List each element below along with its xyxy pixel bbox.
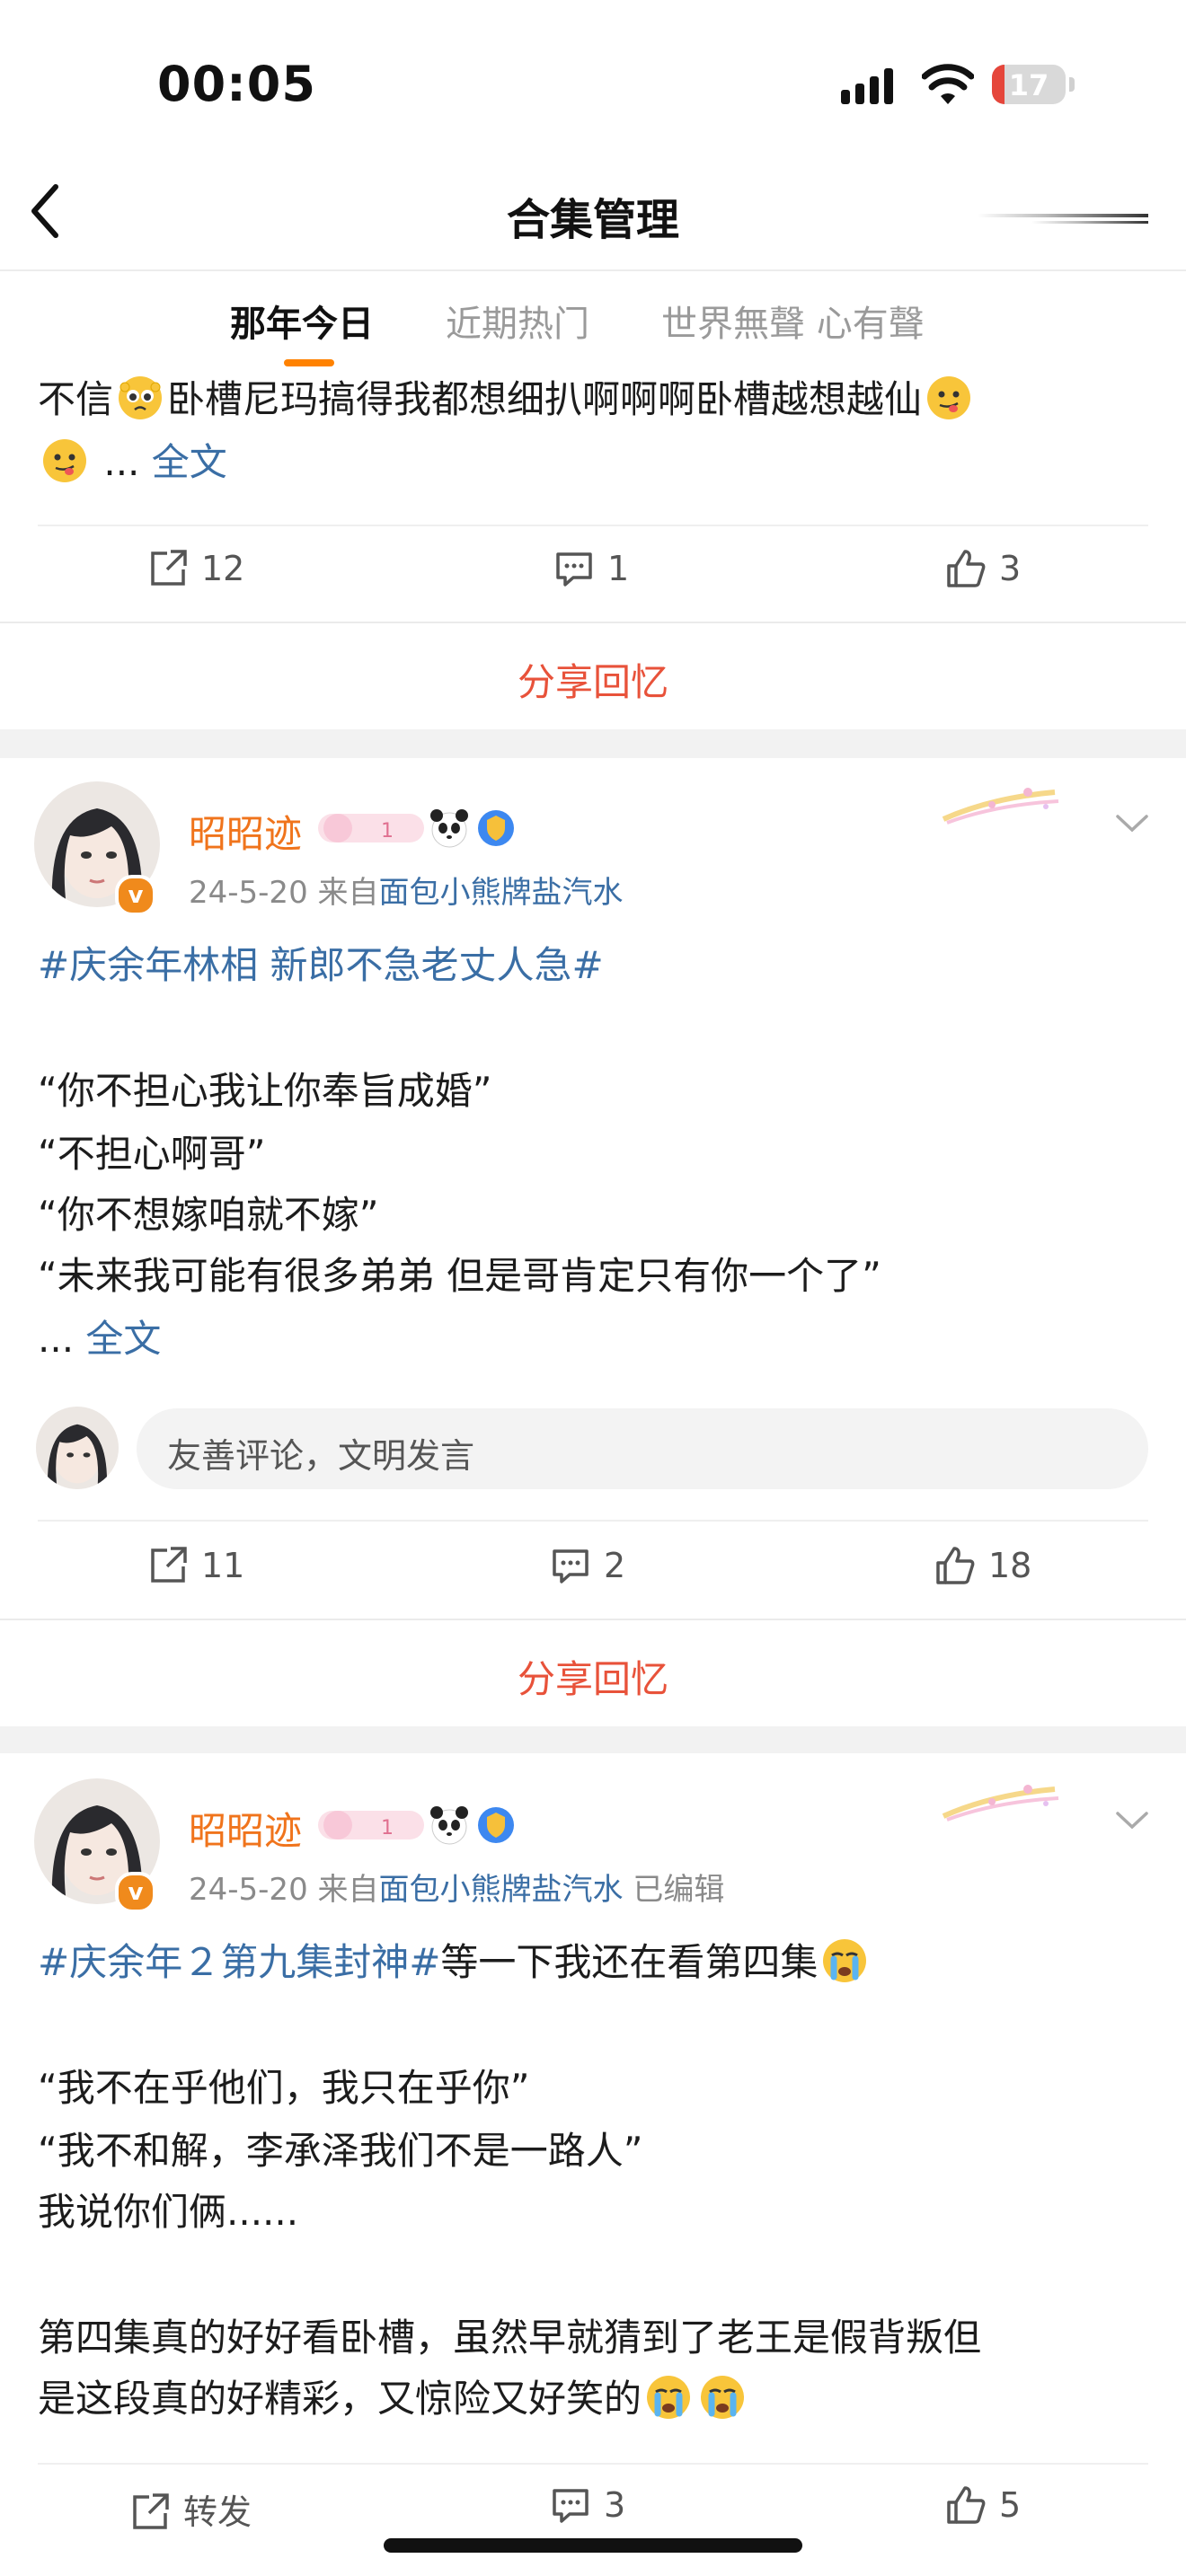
post-line: ... 全文	[38, 1317, 162, 1361]
chevron-down-icon[interactable]	[1114, 1809, 1150, 1832]
tongue-emoji-icon	[927, 376, 971, 419]
source-link[interactable]: 面包小熊牌盐汽水	[379, 875, 624, 911]
header-divider	[0, 269, 1186, 271]
shield-badge-icon	[478, 1807, 514, 1843]
share-memory-button[interactable]: 分享回忆	[0, 1649, 1186, 1704]
section-gap	[0, 1726, 1186, 1753]
topic-link[interactable]: #庆余年２第九集封神#	[38, 1940, 440, 1984]
post-meta: 24-5-20 来自面包小熊牌盐汽水	[189, 875, 624, 911]
post-line: “不担心啊哥”	[38, 1132, 266, 1176]
post-meta: 24-5-20 来自面包小熊牌盐汽水 已编辑	[189, 1872, 725, 1908]
my-avatar	[36, 1407, 119, 1489]
avatar-image	[36, 1407, 119, 1489]
post-text: 不信 卧槽尼玛搞得我都想细扒啊啊啊卧槽越想越仙	[38, 368, 976, 431]
full-text-link[interactable]: 全文	[152, 440, 227, 484]
username[interactable]: 昭昭迹	[189, 1801, 302, 1856]
panda-icon	[430, 1806, 468, 1845]
tongue-emoji-icon	[43, 439, 86, 482]
divider	[38, 525, 1148, 526]
tab-na-nian-jin-ri[interactable]: 那年今日	[230, 295, 374, 347]
comment-button[interactable]: 2	[550, 1545, 625, 1586]
divider	[38, 2463, 1148, 2465]
topic-link[interactable]: #庆余年林相 新郎不急老丈人急#	[38, 943, 604, 987]
repost-count: 11	[201, 1546, 245, 1585]
post-line: “你不想嫁咱就不嫁”	[38, 1193, 379, 1237]
repost-icon	[151, 1547, 187, 1583]
post-line: 我说你们俩......	[38, 2190, 299, 2234]
source-link[interactable]: 面包小熊牌盐汽水	[379, 1872, 624, 1908]
verified-badge-icon: v	[115, 1872, 156, 1913]
sparkle-decoration	[942, 788, 1059, 825]
home-indicator[interactable]	[384, 2538, 802, 2553]
divider	[0, 622, 1186, 623]
post-line: 第四集真的好好看卧槽，虽然早就猜到了老王是假背叛但	[38, 2316, 982, 2360]
tab-recent-popular[interactable]: 近期热门	[446, 295, 589, 347]
pleading-emoji-icon	[119, 376, 163, 419]
repost-count: 12	[201, 549, 245, 588]
post-text-continued: ... 全文	[38, 431, 227, 494]
status-time: 00:05	[157, 56, 316, 112]
divider	[0, 1619, 1186, 1620]
like-count: 3	[999, 549, 1022, 588]
post-topic: #庆余年林相 新郎不急老丈人急#	[38, 934, 604, 997]
post-line: “我不和解，李承泽我们不是一路人”	[38, 2129, 643, 2173]
comment-icon	[553, 2489, 589, 2523]
member-badge-icon: 1	[318, 814, 424, 842]
section-gap	[0, 729, 1186, 758]
edited-label: 已编辑	[633, 1872, 725, 1908]
chevron-down-icon[interactable]	[1114, 812, 1150, 835]
comment-count: 2	[604, 1546, 626, 1585]
like-icon	[936, 1547, 975, 1584]
verified-badge-icon: v	[115, 875, 156, 916]
comment-icon	[556, 552, 592, 587]
comment-count: 3	[604, 2485, 626, 2525]
like-button[interactable]: 5	[945, 2484, 1021, 2526]
post-line: “未来我可能有很多弟弟 但是哥肯定只有你一个了”	[38, 1254, 881, 1298]
shield-badge-icon	[478, 810, 514, 846]
post-line: 是这段真的好精彩，又惊险又好笑的	[38, 2368, 749, 2430]
post-topic-line: #庆余年２第九集封神#等一下我还在看第四集	[38, 1931, 872, 1994]
full-text-link[interactable]: 全文	[85, 1317, 161, 1361]
member-badge-icon: 1	[318, 1811, 424, 1839]
comment-placeholder: 友善评论，文明发言	[167, 1436, 475, 1476]
tab-silent-world[interactable]: 世界無聲 心有聲	[661, 295, 925, 347]
repost-button[interactable]: 转发	[129, 2484, 252, 2534]
like-icon	[947, 550, 986, 587]
divider	[38, 1520, 1148, 1522]
svg-text:1: 1	[381, 820, 394, 842]
header-decoration	[978, 214, 1148, 224]
cellular-signal-icon	[841, 68, 893, 104]
crying-emoji-icon	[823, 1939, 867, 1982]
comment-count: 1	[607, 549, 630, 588]
repost-button[interactable]: 12	[147, 548, 244, 589]
battery-indicator: 17	[992, 65, 1075, 104]
svg-text:1: 1	[381, 1817, 394, 1839]
comment-icon	[553, 1549, 589, 1584]
post-line: “我不在乎他们，我只在乎你”	[38, 2066, 530, 2110]
repost-icon	[133, 2493, 169, 2529]
post-line: “你不担心我让你奉旨成婚”	[38, 1069, 492, 1113]
username[interactable]: 昭昭迹	[189, 804, 302, 859]
like-count: 18	[988, 1546, 1032, 1585]
like-button[interactable]: 18	[934, 1545, 1031, 1586]
comment-button[interactable]: 3	[550, 2484, 625, 2526]
sparkle-decoration	[942, 1785, 1059, 1822]
wifi-icon	[922, 64, 974, 104]
crying-emoji-icon	[701, 2376, 745, 2419]
repost-label: 转发	[183, 2492, 252, 2532]
active-tab-indicator	[284, 359, 334, 366]
repost-button[interactable]: 11	[147, 1545, 244, 1586]
like-button[interactable]: 3	[945, 548, 1021, 589]
share-memory-button[interactable]: 分享回忆	[0, 652, 1186, 707]
like-count: 5	[999, 2485, 1022, 2525]
like-icon	[947, 2486, 986, 2524]
panda-icon	[430, 809, 468, 848]
comment-button[interactable]: 1	[553, 548, 629, 589]
battery-level: 17	[1008, 68, 1049, 102]
crying-emoji-icon	[647, 2376, 691, 2419]
repost-icon	[151, 550, 187, 586]
